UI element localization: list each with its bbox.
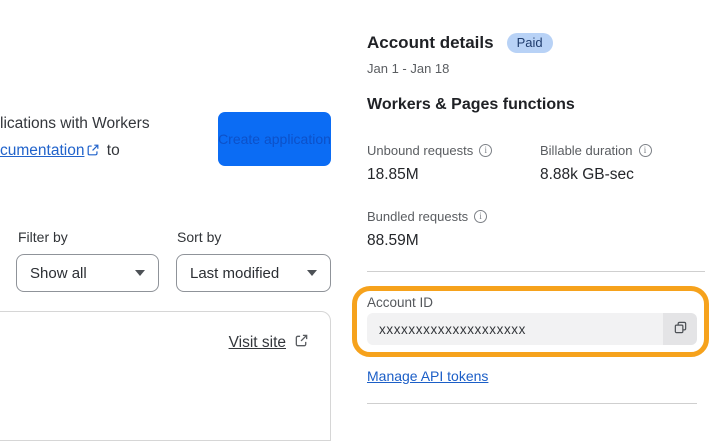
stat-value: 18.85M <box>367 166 419 183</box>
stat-value: 8.88k GB-sec <box>540 166 634 183</box>
sort-dropdown-value: Last modified <box>190 264 280 282</box>
account-id-label: Account ID <box>367 295 434 310</box>
stat-label: Unbound requests i <box>367 143 493 158</box>
account-details-header: Account details Paid <box>367 33 553 53</box>
external-link-icon <box>86 139 100 166</box>
sort-by-label: Sort by <box>177 229 222 245</box>
external-link-icon <box>294 333 309 353</box>
sort-dropdown[interactable]: Last modified <box>176 254 331 292</box>
account-details-panel: Account details Paid Jan 1 - Jan 18 Work… <box>352 0 709 419</box>
copy-button[interactable] <box>663 313 697 345</box>
documentation-link[interactable]: cumentation <box>0 142 84 159</box>
account-id-group <box>367 313 697 345</box>
plan-badge: Paid <box>506 33 553 53</box>
info-icon[interactable]: i <box>479 144 493 157</box>
divider <box>367 403 697 404</box>
stat-label-text: Bundled requests <box>367 209 469 224</box>
filter-dropdown-value: Show all <box>30 264 87 282</box>
copy-icon <box>673 320 688 338</box>
stat-value: 88.59M <box>367 232 419 249</box>
chevron-down-icon <box>135 270 145 276</box>
project-card: Visit site <box>0 311 331 441</box>
stat-unbound-requests: Unbound requests i 18.85M <box>367 143 493 184</box>
info-icon[interactable]: i <box>474 210 488 223</box>
account-id-input[interactable] <box>367 313 663 345</box>
stat-label-text: Unbound requests <box>367 143 474 158</box>
visit-site-row: Visit site <box>229 333 309 353</box>
create-application-button[interactable]: Create application <box>218 112 331 166</box>
account-details-title: Account details <box>367 33 494 52</box>
filter-dropdown[interactable]: Show all <box>16 254 159 292</box>
stat-billable-duration: Billable duration i 8.88k GB-sec <box>540 143 652 184</box>
chevron-down-icon <box>307 270 317 276</box>
intro-line1: lications with Workers <box>0 115 150 132</box>
intro-text: lications with Workers cumentation to <box>0 110 216 166</box>
intro-line2-suffix: to <box>102 142 120 159</box>
visit-site-link[interactable]: Visit site <box>229 334 286 352</box>
date-range: Jan 1 - Jan 18 <box>367 61 450 76</box>
stat-label: Billable duration i <box>540 143 652 158</box>
functions-section-title: Workers & Pages functions <box>367 96 575 113</box>
info-icon[interactable]: i <box>638 144 652 157</box>
stat-label: Bundled requests i <box>367 209 488 224</box>
stat-bundled-requests: Bundled requests i 88.59M <box>367 209 488 250</box>
filter-by-label: Filter by <box>18 229 68 245</box>
manage-api-tokens-link[interactable]: Manage API tokens <box>367 368 488 384</box>
divider <box>367 271 705 272</box>
stat-label-text: Billable duration <box>540 143 633 158</box>
